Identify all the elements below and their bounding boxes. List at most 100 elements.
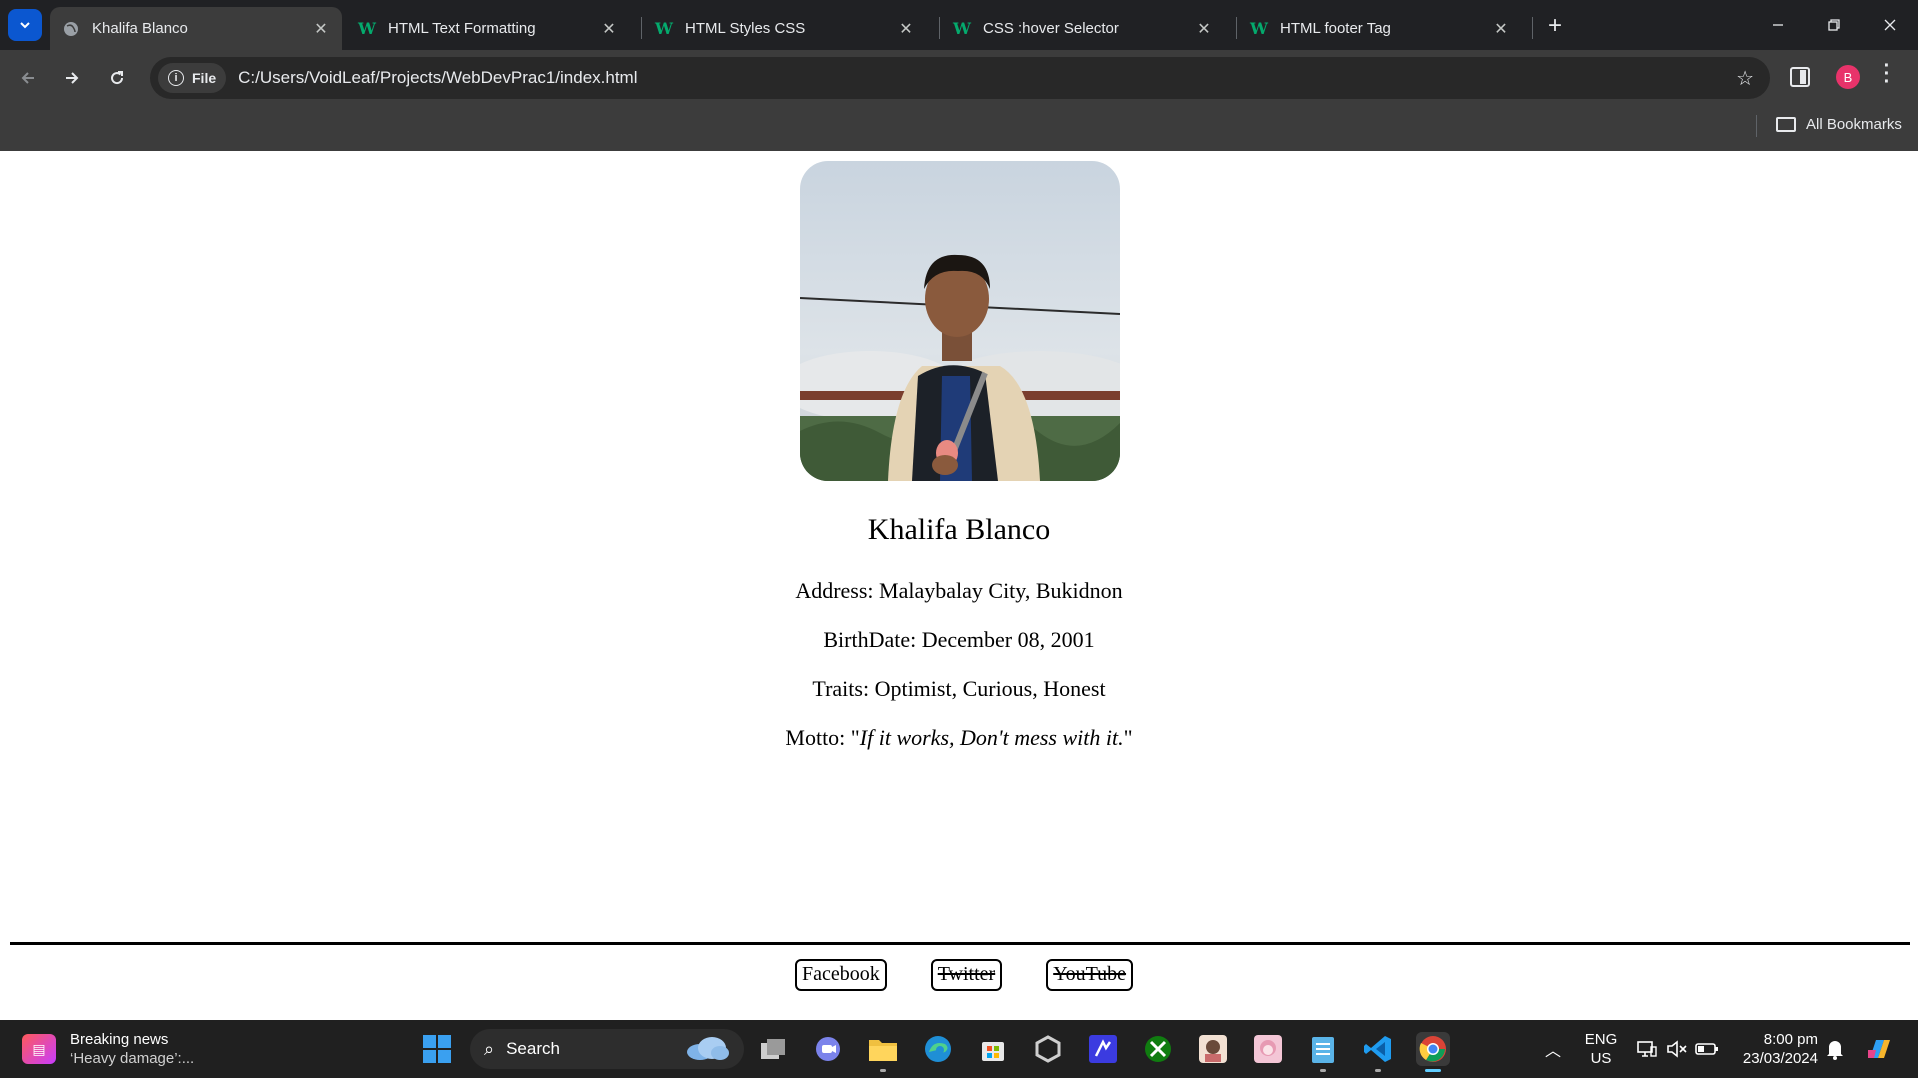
- news-title: Breaking news: [70, 1031, 169, 1048]
- tab-separator: [641, 17, 642, 39]
- tab-separator: [1532, 17, 1533, 39]
- show-hidden-icons-chevron-up-icon[interactable]: ︿: [1536, 1032, 1570, 1066]
- minimize-button[interactable]: [1758, 8, 1798, 42]
- tab-khalifa-blanco[interactable]: Khalifa Blanco ✕: [50, 7, 342, 50]
- taskbar: ▤ Breaking news ‘Heavy damage’:... ⌕ Sea…: [0, 1020, 1918, 1078]
- youtube-link[interactable]: YouTube: [1046, 959, 1134, 991]
- url-text[interactable]: C:/Users/VoidLeaf/Projects/WebDevPrac1/i…: [238, 68, 637, 88]
- back-button[interactable]: [10, 60, 46, 96]
- birthdate-label: BirthDate:: [823, 627, 917, 652]
- all-bookmarks-label: All Bookmarks: [1806, 116, 1902, 133]
- browser-toolbar: i File C:/Users/VoidLeaf/Projects/WebDev…: [0, 50, 1918, 108]
- clock-date: 23/03/2024: [1742, 1050, 1818, 1067]
- facebook-link[interactable]: Facebook: [794, 959, 887, 991]
- w3schools-icon: W: [1250, 19, 1268, 38]
- tab-title: CSS :hover Selector: [983, 20, 1119, 37]
- side-panel-icon[interactable]: [1790, 67, 1810, 87]
- xbox-icon[interactable]: [1141, 1032, 1175, 1066]
- tab-search-button[interactable]: [8, 9, 42, 41]
- arrow-left-icon: [21, 72, 34, 84]
- visual-studio-icon[interactable]: [1086, 1032, 1120, 1066]
- microsoft-store-icon[interactable]: [976, 1032, 1010, 1066]
- address-bar[interactable]: i File C:/Users/VoidLeaf/Projects/WebDev…: [150, 57, 1770, 99]
- bookmarks-bar: All Bookmarks: [0, 108, 1918, 151]
- region-code: US: [1590, 1050, 1612, 1067]
- system-clock[interactable]: 8:00 pm 23/03/2024: [1734, 1030, 1818, 1068]
- vscode-icon[interactable]: [1361, 1032, 1395, 1072]
- close-icon: [1884, 19, 1896, 31]
- minimize-icon: [1773, 24, 1783, 26]
- copilot-icon[interactable]: [1862, 1032, 1896, 1066]
- birthdate-line: BirthDate: December 08, 2001: [0, 627, 1918, 653]
- tab-title: HTML Text Formatting: [388, 20, 536, 37]
- more-menu-icon[interactable]: · · ·: [1882, 56, 1892, 92]
- news-icon: ▤: [22, 1034, 56, 1064]
- chrome-icon[interactable]: [1416, 1032, 1450, 1072]
- close-icon[interactable]: ✕: [310, 18, 332, 40]
- news-widget[interactable]: ▤ Breaking news ‘Heavy damage’:...: [22, 1030, 194, 1068]
- taskbar-search[interactable]: ⌕ Search: [470, 1029, 744, 1069]
- tab-title: HTML footer Tag: [1280, 20, 1391, 37]
- profile-avatar[interactable]: B: [1836, 65, 1860, 89]
- reload-button[interactable]: [99, 60, 135, 96]
- motto-value: If it works, Don't mess with it.: [859, 725, 1124, 750]
- notification-bell-icon[interactable]: [1818, 1032, 1852, 1066]
- battery-icon[interactable]: [1690, 1032, 1724, 1066]
- volume-muted-icon[interactable]: [1660, 1032, 1694, 1066]
- language-indicator[interactable]: ENG US: [1584, 1030, 1618, 1068]
- new-tab-button[interactable]: +: [1541, 12, 1569, 40]
- arrow-right-icon: [66, 72, 79, 84]
- close-icon[interactable]: ✕: [1490, 18, 1512, 40]
- active-indicator: [1425, 1069, 1441, 1072]
- traits-value: Optimist, Curious, Honest: [874, 676, 1106, 701]
- notepad-icon[interactable]: [1306, 1032, 1340, 1072]
- clock-time: 8:00 pm: [1763, 1031, 1818, 1048]
- close-icon[interactable]: ✕: [895, 18, 917, 40]
- forward-button[interactable]: [54, 60, 90, 96]
- game-app-icon[interactable]: [1196, 1032, 1230, 1066]
- address-value: Malaybalay City, Bukidnon: [879, 578, 1123, 603]
- all-bookmarks-button[interactable]: All Bookmarks: [1776, 116, 1902, 133]
- w3schools-icon: W: [655, 19, 673, 38]
- address-line: Address: Malaybalay City, Bukidnon: [0, 578, 1918, 604]
- restore-button[interactable]: [1814, 8, 1854, 42]
- w3schools-icon: W: [358, 19, 376, 38]
- footer-divider: [10, 942, 1910, 945]
- close-window-button[interactable]: [1870, 8, 1910, 42]
- start-button[interactable]: [420, 1032, 454, 1066]
- w3schools-icon: W: [953, 19, 971, 38]
- windows-icon: [423, 1035, 451, 1063]
- edge-icon[interactable]: [921, 1032, 955, 1066]
- motto-label: Motto:: [785, 725, 846, 750]
- footer-links: Facebook Twitter YouTube: [0, 959, 1918, 991]
- traits-label: Traits:: [812, 676, 870, 701]
- search-icon: ⌕: [484, 1038, 495, 1059]
- tab-separator: [939, 17, 940, 39]
- tab-html-footer-tag[interactable]: W HTML footer Tag ✕: [1238, 7, 1522, 50]
- close-icon[interactable]: ✕: [598, 18, 620, 40]
- site-info-label: File: [192, 70, 217, 86]
- close-icon[interactable]: ✕: [1193, 18, 1215, 40]
- traits-line: Traits: Optimist, Curious, Honest: [0, 676, 1918, 702]
- globe-icon: [62, 20, 80, 38]
- tab-html-styles-css[interactable]: W HTML Styles CSS ✕: [643, 7, 927, 50]
- twitter-link[interactable]: Twitter: [930, 959, 1003, 991]
- tab-strip: Khalifa Blanco ✕ W HTML Text Formatting …: [0, 0, 1918, 50]
- tab-title: HTML Styles CSS: [685, 20, 806, 37]
- profile-name: Khalifa Blanco: [867, 513, 1051, 546]
- birthdate-value: December 08, 2001: [921, 627, 1095, 652]
- browser-chrome: Khalifa Blanco ✕ W HTML Text Formatting …: [0, 0, 1918, 151]
- teams-chat-icon[interactable]: [811, 1032, 845, 1066]
- bookmark-star-icon[interactable]: ☆: [1736, 66, 1754, 91]
- site-info-chip[interactable]: i File: [158, 63, 227, 93]
- motto-line: Motto: "If it works, Don't mess with it.…: [785, 725, 1133, 750]
- tab-css-hover-selector[interactable]: W CSS :hover Selector ✕: [941, 7, 1225, 50]
- network-icon[interactable]: [1630, 1032, 1664, 1066]
- anime-app-icon[interactable]: [1251, 1032, 1285, 1066]
- unity-hub-icon[interactable]: [1031, 1032, 1065, 1066]
- search-placeholder: Search: [506, 1039, 560, 1058]
- profile-photo: [800, 161, 1120, 481]
- tab-html-text-formatting[interactable]: W HTML Text Formatting ✕: [346, 7, 630, 50]
- file-explorer-icon[interactable]: [866, 1032, 900, 1072]
- task-view-icon[interactable]: [756, 1032, 790, 1066]
